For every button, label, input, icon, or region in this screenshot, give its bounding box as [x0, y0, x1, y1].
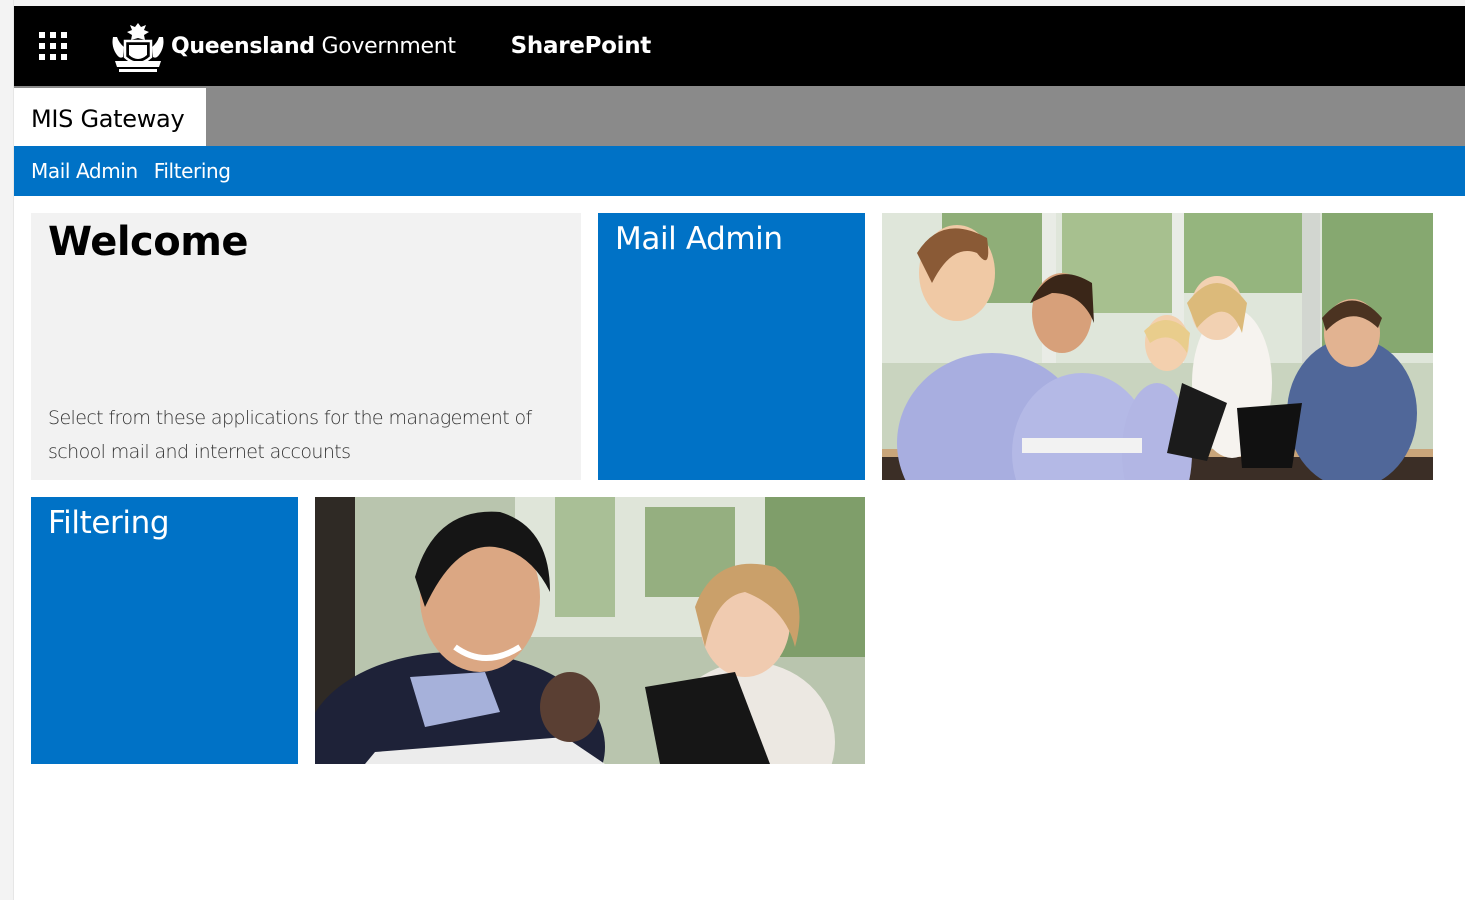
site-header: MIS Gateway	[14, 86, 1465, 146]
welcome-tile: Welcome Select from these applications f…	[31, 213, 581, 480]
brand-name-bold: Queensland	[171, 33, 315, 59]
welcome-description: Select from these applications for the m…	[48, 407, 532, 463]
student-boy-photo	[315, 497, 865, 764]
top-navigation: Mail Admin Filtering	[14, 146, 1465, 196]
mail-admin-tile[interactable]: Mail Admin	[598, 213, 865, 480]
filtering-tile[interactable]: Filtering	[31, 497, 298, 764]
left-gutter	[0, 0, 14, 900]
filtering-tile-title: Filtering	[48, 505, 170, 541]
suite-bar: Queensland Government SharePoint	[14, 6, 1465, 86]
nav-item-filtering[interactable]: Filtering	[154, 159, 231, 183]
mail-admin-tile-title: Mail Admin	[615, 221, 783, 257]
page: Queensland Government SharePoint MIS Gat…	[0, 0, 1465, 900]
brand-logo[interactable]: Queensland Government	[107, 17, 456, 75]
app-name-link[interactable]: SharePoint	[511, 33, 652, 59]
app-launcher-icon[interactable]	[39, 32, 67, 60]
brand-name-regular: Government	[321, 33, 456, 59]
nav-item-mail-admin[interactable]: Mail Admin	[31, 159, 138, 183]
classroom-students-photo	[882, 213, 1433, 480]
queensland-crest-icon	[112, 23, 164, 72]
site-title[interactable]: MIS Gateway	[14, 88, 206, 146]
welcome-heading: Welcome	[48, 219, 249, 265]
